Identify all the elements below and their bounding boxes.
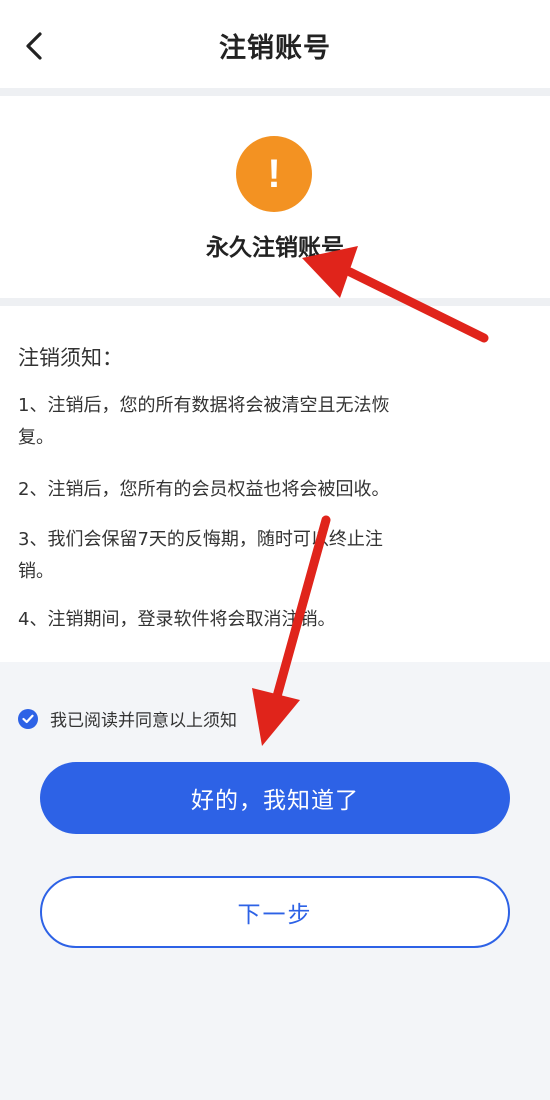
notice-item-line: 4、注销期间，登录软件将会取消注销。 [18, 609, 336, 630]
notice-item-line: 1、注销后，您的所有数据将会被清空且无法恢 [18, 395, 390, 416]
exclamation-symbol: ! [267, 151, 281, 196]
warning-heading: 永久注销账号 [206, 235, 344, 261]
page-title: 注销账号 [219, 33, 331, 64]
notice-item-1: 1、注销后，您的所有数据将会被清空且无法恢 复。 [18, 390, 518, 454]
notice-item-line: 2、注销后，您所有的会员权益也将会被回收。 [18, 479, 390, 500]
notice-card: 注销须知： 1、注销后，您的所有数据将会被清空且无法恢 复。 2、注销后，您所有… [0, 306, 550, 662]
notice-item-line: 3、我们会保留7天的反悔期，随时可以终止注 [18, 529, 383, 550]
agreement-label: 我已阅读并同意以上须知 [50, 711, 237, 731]
app-header: 注销账号 [0, 0, 550, 88]
next-step-button[interactable]: 下一步 [40, 876, 510, 948]
notice-heading: 注销须知： [18, 346, 123, 370]
check-icon [18, 708, 38, 729]
divider [0, 298, 550, 306]
exclamation-icon: ! [236, 136, 312, 212]
warning-card: ! 永久注销账号 [0, 96, 550, 298]
notice-item-line: 复。 [18, 427, 54, 448]
notice-item-line: 销。 [18, 561, 54, 582]
notice-item-3: 3、我们会保留7天的反悔期，随时可以终止注 销。 [18, 524, 518, 588]
divider [0, 88, 550, 96]
ok-button[interactable]: 好的，我知道了 [40, 762, 510, 834]
agreement-checkbox[interactable]: 我已阅读并同意以上须知 [18, 706, 237, 731]
notice-item-2: 2、注销后，您所有的会员权益也将会被回收。 [18, 474, 518, 506]
notice-item-4: 4、注销期间，登录软件将会取消注销。 [18, 604, 518, 636]
